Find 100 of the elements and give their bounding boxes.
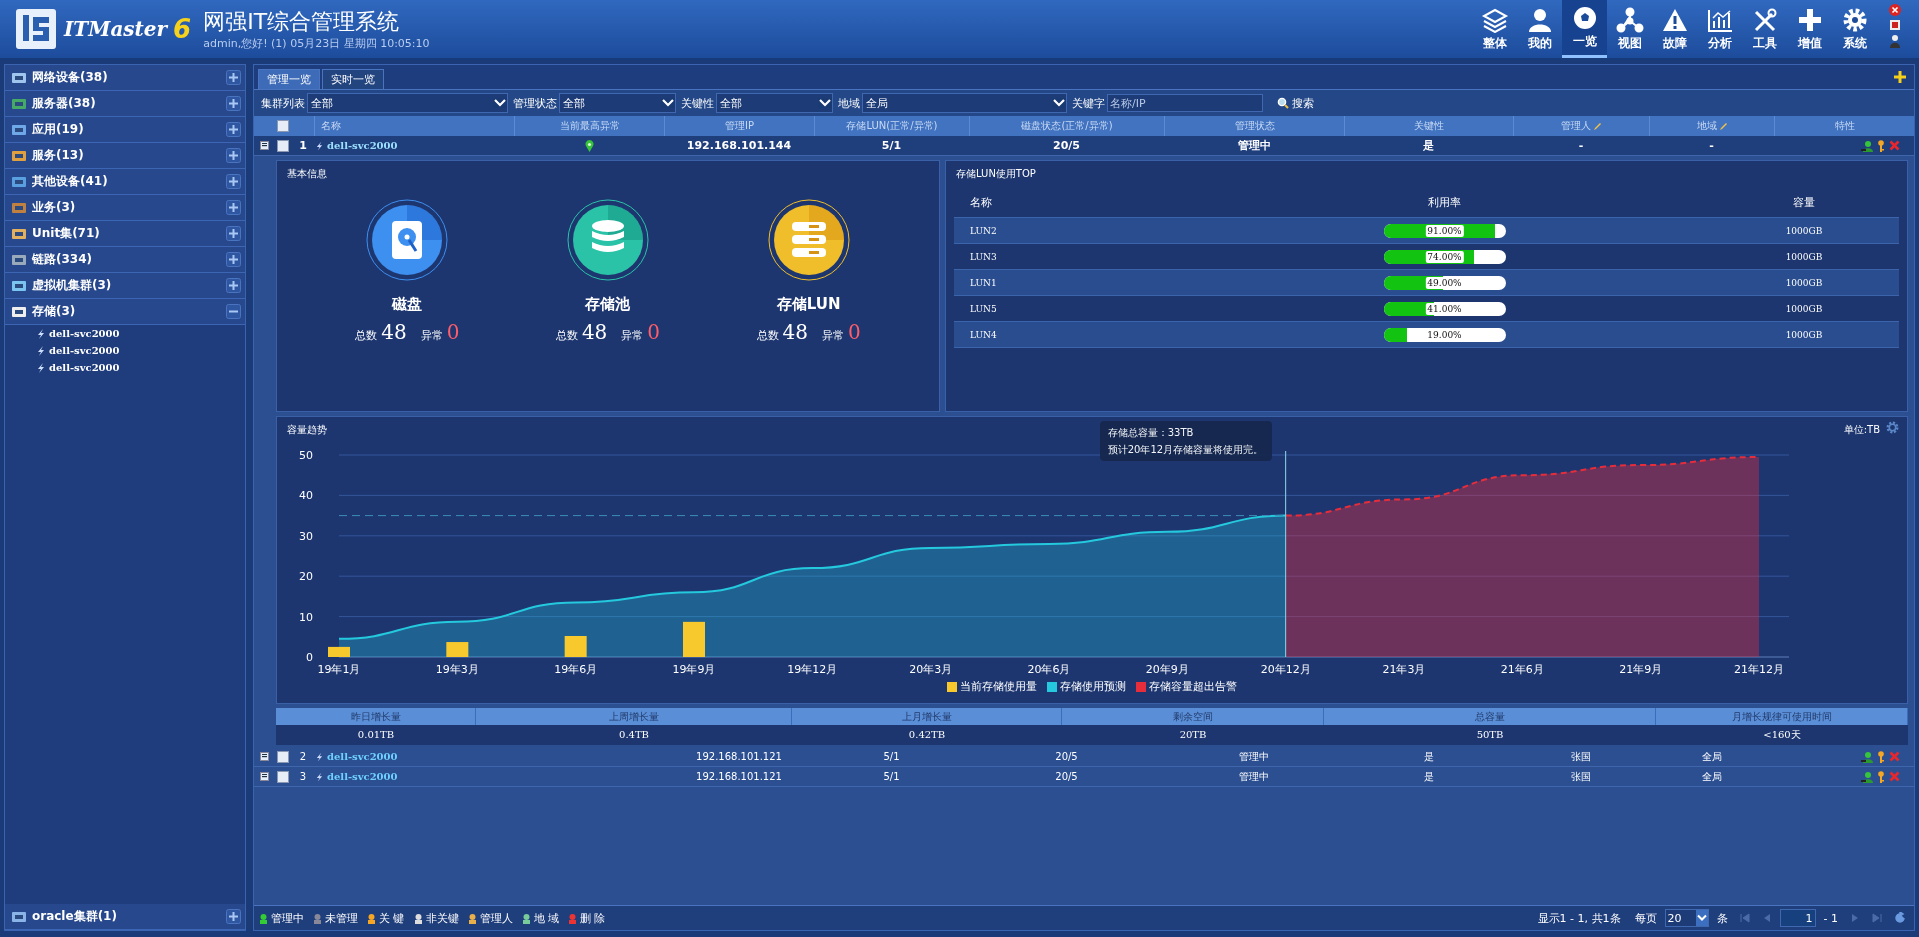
user-icon[interactable] <box>1889 34 1901 48</box>
row-checkbox[interactable] <box>277 770 289 783</box>
legend-label: 管理人 <box>479 910 513 926</box>
row-checkbox[interactable] <box>277 139 289 152</box>
table-cell-text: 1000GB <box>1784 251 1824 262</box>
select-all-checkbox[interactable] <box>277 120 289 132</box>
add-icon[interactable] <box>1894 71 1906 83</box>
table-cell-text: 是 <box>1422 138 1435 153</box>
sidebar-item[interactable]: 业务(3) <box>5 195 245 221</box>
row-checkbox[interactable] <box>277 750 289 763</box>
nav-item[interactable]: 系统 <box>1832 0 1877 58</box>
collapse-button[interactable] <box>226 304 241 319</box>
y-tick-label: 10 <box>299 610 313 624</box>
settings-icon <box>1843 8 1866 31</box>
expand-button[interactable] <box>226 909 241 924</box>
table-cell-text: 20/5 <box>1052 139 1081 152</box>
column-header: 剩余空间 <box>1062 708 1324 725</box>
search-button[interactable]: 搜索 <box>1271 94 1320 112</box>
device-link[interactable]: dell-svc2000 <box>327 140 398 151</box>
tab[interactable]: 管理一览 <box>258 69 320 89</box>
sidebar-item[interactable]: 存储(3) <box>5 299 245 325</box>
nav-item[interactable]: 视图 <box>1607 0 1652 58</box>
legend-label[interactable]: 当前存储使用量 <box>960 679 1037 694</box>
nav-item[interactable]: 一览 <box>1562 0 1607 58</box>
expand-button[interactable] <box>226 70 241 85</box>
nav-item[interactable]: 故障 <box>1652 0 1697 58</box>
sidebar-item[interactable]: 虚拟机集群(3) <box>5 273 245 299</box>
filter-dropdown[interactable]: 全部 <box>559 93 676 113</box>
filter-dropdown[interactable]: 全部 <box>716 93 833 113</box>
count-value: 48 <box>782 320 808 344</box>
table-row[interactable]: 2 dell-svc2000 192.168.101.121 5/1 20/5 管理中 是 张国 全局 <box>254 747 1914 767</box>
table-cell-text: 192.168.101.121 <box>695 771 783 782</box>
filter-label: 集群列表 <box>261 95 305 111</box>
person-icon[interactable] <box>1861 750 1873 763</box>
settings-icon[interactable] <box>1886 420 1899 434</box>
nav-item[interactable]: 增值 <box>1787 0 1832 58</box>
exit-icon[interactable] <box>1889 19 1901 31</box>
ball-icon <box>1573 7 1596 29</box>
keyword-field[interactable]: 名称/IP <box>1107 94 1263 112</box>
person-icon[interactable] <box>1861 139 1873 152</box>
caret-icon <box>661 98 675 108</box>
per-page-dropdown[interactable]: 20 <box>1664 909 1709 927</box>
expand-button[interactable] <box>226 148 241 163</box>
expand-button[interactable] <box>226 96 241 111</box>
layers-icon <box>1481 8 1508 33</box>
storage-icon <box>37 345 45 356</box>
column-header: 昨日增长量 <box>276 708 476 725</box>
filter-dropdown[interactable]: 全部 <box>307 93 508 113</box>
sidebar-item[interactable]: 链路(334) <box>5 247 245 273</box>
expand-button[interactable] <box>226 174 241 189</box>
caret-icon <box>493 98 507 108</box>
nav-item[interactable]: 工具 <box>1742 0 1787 58</box>
sidebar-item[interactable]: 服务器(38) <box>5 91 245 117</box>
filter-dropdown[interactable]: 全局 <box>862 93 1067 113</box>
tooltip-text: 预计20年12月存储容量将使用完。 <box>1107 443 1264 457</box>
tooltip-text: 存储总容量：33TB <box>1107 426 1195 440</box>
delete-icon[interactable] <box>1889 140 1900 151</box>
page-field[interactable]: 1 <box>1779 909 1816 927</box>
expand-toggle-icon[interactable] <box>259 141 269 150</box>
sidebar-item[interactable]: 网络设备(38) <box>5 65 245 91</box>
filter-label: 地域 <box>838 95 860 111</box>
expand-toggle-icon[interactable] <box>259 752 269 761</box>
hard-disk-icon <box>366 199 449 281</box>
device-link[interactable]: dell-svc2000 <box>327 771 398 782</box>
sidebar-item[interactable]: 服务(13) <box>5 143 245 169</box>
y-tick-label: 50 <box>299 449 313 462</box>
device-link[interactable]: dell-svc2000 <box>327 751 398 762</box>
person-icon <box>1528 8 1551 32</box>
expand-toggle-icon[interactable] <box>259 772 269 781</box>
table-row[interactable]: 1 dell-svc2000 192.168.101.144 5/1 20/5 管理中 是 - - <box>254 136 1914 156</box>
expand-button[interactable] <box>226 252 241 267</box>
filter-label: 关键字 <box>1072 95 1105 111</box>
table-row[interactable]: 3 dell-svc2000 192.168.101.121 5/1 20/5 管理中 是 张国 全局 <box>254 767 1914 787</box>
x-tick-label: 20年9月 <box>1145 663 1189 676</box>
table-cell-text: 192.168.101.144 <box>685 139 793 152</box>
panel-title: 基本信息 <box>286 167 328 181</box>
person-icon <box>258 912 269 924</box>
table-cell-text: 20/5 <box>1054 751 1079 762</box>
refresh-icon[interactable] <box>1894 912 1906 924</box>
tree-item[interactable]: dell-svc2000 <box>49 345 120 356</box>
expand-button[interactable] <box>226 278 241 293</box>
legend-label[interactable]: 存储容量超出告警 <box>1149 679 1237 694</box>
sidebar-item[interactable]: oracle集群(1) <box>5 904 245 930</box>
table-cell-text: 是 <box>1422 769 1435 784</box>
sidebar-item[interactable]: 其他设备(41) <box>5 169 245 195</box>
nav-item[interactable]: 我的 <box>1517 0 1562 58</box>
sidebar-item[interactable]: Unit集(71) <box>5 221 245 247</box>
count-value: 48 <box>581 320 608 344</box>
error-count: 0 <box>647 320 661 344</box>
expand-button[interactable] <box>226 122 241 137</box>
tree-item[interactable]: dell-svc2000 <box>49 362 120 373</box>
tree-item[interactable]: dell-svc2000 <box>49 328 120 339</box>
legend-label[interactable]: 存储使用预测 <box>1060 679 1126 694</box>
nav-item[interactable]: 分析 <box>1697 0 1742 58</box>
person-icon[interactable] <box>1861 770 1873 783</box>
nav-item[interactable]: 整体 <box>1472 0 1517 58</box>
tab[interactable]: 实时一览 <box>322 69 384 89</box>
expand-button[interactable] <box>226 200 241 215</box>
sidebar-item[interactable]: 应用(19) <box>5 117 245 143</box>
expand-button[interactable] <box>226 226 241 241</box>
